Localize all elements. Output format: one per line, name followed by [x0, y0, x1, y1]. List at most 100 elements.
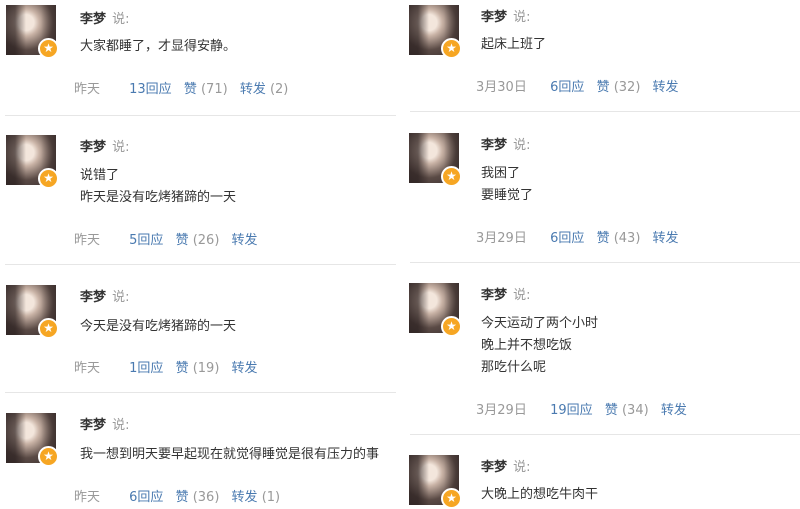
- post-text: 我一想到明天要早起现在就觉得睡觉是很有压力的事: [80, 444, 379, 466]
- post-meta: 昨天 13回应 赞 (71) 转发 (2): [74, 78, 296, 97]
- says-label: 说:: [112, 290, 130, 305]
- says-label: 说:: [513, 138, 531, 153]
- like-label: 赞: [596, 80, 610, 95]
- like-link[interactable]: 赞 (36): [176, 490, 220, 505]
- post-meta: 3月29日 19回应 赞 (34) 转发: [476, 399, 695, 418]
- post-text: 今天是没有吃烤猪蹄的一天: [80, 316, 236, 338]
- forward-link[interactable]: 转发: [653, 231, 679, 246]
- author-name[interactable]: 李梦: [80, 12, 106, 27]
- post-text: 说错了 昨天是没有吃烤猪蹄的一天: [80, 165, 236, 209]
- star-badge-icon: ★: [38, 168, 59, 189]
- star-badge-icon: ★: [38, 446, 59, 467]
- post-text-line: 大晚上的想吃牛肉干: [481, 487, 599, 502]
- author-name[interactable]: 李梦: [481, 460, 507, 475]
- forward-link[interactable]: 转发 (2): [240, 82, 289, 97]
- forward-link[interactable]: 转发: [661, 403, 687, 418]
- divider: [410, 111, 800, 112]
- like-link[interactable]: 赞 (32): [597, 80, 641, 95]
- forward-link[interactable]: 转发: [232, 233, 258, 248]
- says-label: 说:: [112, 418, 130, 433]
- star-badge-icon: ★: [441, 316, 462, 337]
- post-time[interactable]: 昨天: [74, 229, 125, 248]
- forward-label: 转发: [660, 403, 687, 418]
- reply-link[interactable]: 19回应: [550, 403, 593, 418]
- post-time[interactable]: 3月29日: [476, 399, 546, 418]
- post-meta: 昨天 5回应 赞 (26) 转发: [74, 229, 266, 248]
- like-count: (71): [200, 82, 228, 97]
- author-line: 李梦 说:: [80, 286, 130, 305]
- post-text-line: 大家都睡了，才显得安静。: [80, 39, 237, 54]
- author-name[interactable]: 李梦: [481, 10, 507, 25]
- like-link[interactable]: 赞 (34): [605, 403, 649, 418]
- author-line: 李梦 说:: [481, 284, 531, 303]
- divider: [5, 264, 396, 265]
- post-time[interactable]: 昨天: [74, 486, 125, 505]
- author-name[interactable]: 李梦: [80, 140, 106, 155]
- author-name[interactable]: 李梦: [481, 138, 507, 153]
- post-text-line: 我困了: [481, 166, 521, 181]
- reply-link[interactable]: 5回应: [129, 233, 163, 248]
- status-feed: ★ 李梦 说: 大家都睡了，才显得安静。 昨天 13回应 赞 (71) 转发 (…: [0, 0, 800, 509]
- forward-link[interactable]: 转发: [232, 361, 258, 376]
- post-time[interactable]: 3月29日: [476, 227, 546, 246]
- divider: [5, 115, 396, 116]
- divider: [410, 262, 800, 263]
- post-time[interactable]: 3月30日: [476, 76, 546, 95]
- divider: [410, 434, 800, 435]
- forward-label: 转发: [231, 361, 258, 376]
- forward-count: (2): [269, 82, 289, 97]
- post-text-line: 晚上并不想吃饭: [481, 338, 573, 353]
- reply-link[interactable]: 13回应: [129, 82, 172, 97]
- like-count: (19): [192, 361, 220, 376]
- post-text-line: 今天是没有吃烤猪蹄的一天: [80, 319, 237, 334]
- post-text-line: 要睡觉了: [481, 188, 534, 203]
- like-link[interactable]: 赞 (19): [176, 361, 220, 376]
- like-link[interactable]: 赞 (26): [176, 233, 220, 248]
- says-label: 说:: [112, 12, 130, 27]
- post-text-line: 说错了: [80, 168, 120, 183]
- author-name[interactable]: 李梦: [481, 288, 507, 303]
- forward-link[interactable]: 转发 (1): [232, 490, 281, 505]
- post-text-line: 我一想到明天要早起现在就觉得睡觉是很有压力的事: [80, 447, 380, 462]
- divider: [5, 392, 396, 393]
- reply-link[interactable]: 6回应: [129, 490, 163, 505]
- like-label: 赞: [175, 233, 189, 248]
- like-count: (43): [613, 231, 641, 246]
- forward-link[interactable]: 转发: [653, 80, 679, 95]
- says-label: 说:: [112, 140, 130, 155]
- like-label: 赞: [175, 361, 189, 376]
- forward-label: 转发: [652, 231, 679, 246]
- reply-link[interactable]: 6回应: [550, 231, 584, 246]
- post-time[interactable]: 昨天: [74, 78, 125, 97]
- post-time[interactable]: 昨天: [74, 357, 125, 376]
- forward-label: 转发: [652, 80, 679, 95]
- author-line: 李梦 说:: [80, 8, 130, 27]
- says-label: 说:: [513, 10, 531, 25]
- post-text-line: 那吃什么呢: [481, 360, 547, 375]
- says-label: 说:: [513, 460, 531, 475]
- reply-link[interactable]: 1回应: [129, 361, 163, 376]
- author-line: 李梦 说:: [80, 414, 130, 433]
- post-meta: 3月29日 6回应 赞 (43) 转发: [476, 227, 687, 246]
- like-label: 赞: [175, 490, 189, 505]
- star-badge-icon: ★: [441, 38, 462, 59]
- forward-label: 转发: [231, 490, 258, 505]
- post-text: 我困了 要睡觉了: [481, 163, 533, 207]
- post-meta: 昨天 6回应 赞 (36) 转发 (1): [74, 486, 288, 505]
- post-text-line: 今天运动了两个小时: [481, 316, 599, 331]
- star-badge-icon: ★: [38, 318, 59, 339]
- reply-link[interactable]: 6回应: [550, 80, 584, 95]
- like-link[interactable]: 赞 (71): [184, 82, 228, 97]
- post-text: 大家都睡了，才显得安静。: [80, 36, 236, 58]
- forward-label: 转发: [239, 82, 266, 97]
- author-name[interactable]: 李梦: [80, 418, 106, 433]
- post-meta: 昨天 1回应 赞 (19) 转发: [74, 357, 266, 376]
- like-link[interactable]: 赞 (43): [597, 231, 641, 246]
- author-name[interactable]: 李梦: [80, 290, 106, 305]
- author-line: 李梦 说:: [481, 134, 531, 153]
- post-text: 大晚上的想吃牛肉干: [481, 484, 598, 506]
- like-label: 赞: [596, 231, 610, 246]
- post-meta: 3月30日 6回应 赞 (32) 转发: [476, 76, 687, 95]
- forward-label: 转发: [231, 233, 258, 248]
- like-count: (32): [613, 80, 641, 95]
